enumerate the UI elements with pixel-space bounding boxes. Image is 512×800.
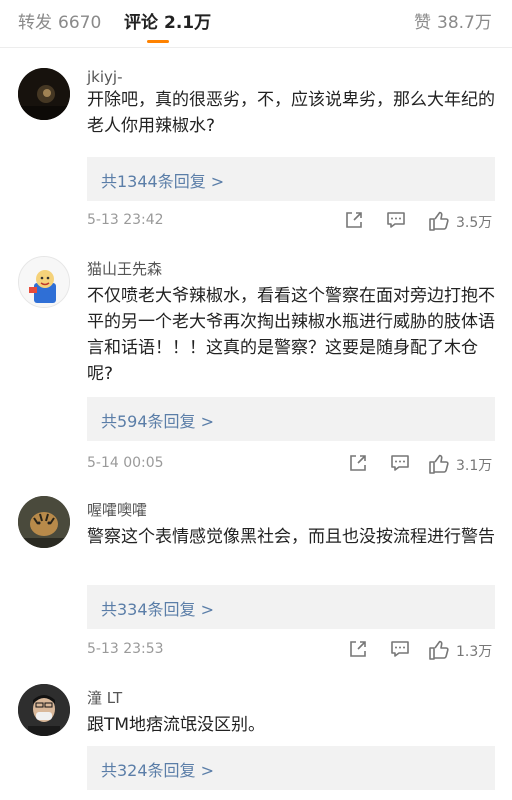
comment-text: 跟TM地痞流氓没区别。 [87, 715, 266, 735]
like-button[interactable]: 1.3万 [427, 638, 497, 662]
avatar[interactable] [18, 496, 70, 548]
comment-time: 5-14 00:05 [87, 455, 164, 471]
comment-username[interactable]: 潼 LT [87, 687, 122, 708]
masked-person-avatar-icon [18, 684, 70, 736]
comment-time: 5-13 23:42 [87, 212, 164, 228]
comment-meta: 5-13 23:42 3.5万 [87, 209, 507, 233]
avatar[interactable] [18, 256, 70, 308]
tab-comments-label: 评论 [124, 13, 158, 33]
cartoon-avatar-icon [19, 257, 69, 307]
reply-count-box[interactable]: 共334条回复 > [87, 585, 495, 629]
dark-photo-avatar-icon [18, 68, 70, 120]
comment-username[interactable]: 喔嚯噢嚯 [87, 499, 147, 520]
reply-count-box[interactable]: 共594条回复 > [87, 397, 495, 441]
reply-count-box[interactable]: 共1344条回复 > [87, 157, 495, 201]
like-count: 3.1万 [456, 458, 493, 474]
share-icon[interactable] [347, 452, 369, 474]
tab-comments-count: 2.1万 [164, 13, 212, 33]
reply-count-link[interactable]: 共594条回复 > [101, 408, 214, 432]
avatar[interactable] [18, 684, 70, 736]
share-icon[interactable] [347, 638, 369, 660]
comment-text: 开除吧，真的很恶劣，不，应该说卑劣，那么大年纪的老人你用辣椒水? [87, 90, 495, 136]
comment-icon[interactable] [389, 638, 411, 660]
like-button[interactable]: 3.1万 [427, 452, 497, 476]
comment-meta: 5-13 23:53 1.3万 [87, 638, 507, 662]
comment-text: 不仅喷老大爷辣椒水，看看这个警察在面对旁边打抱不平的另一个老大爷再次掏出辣椒水瓶… [87, 286, 495, 384]
tab-comments[interactable]: 评论 2.1万 [124, 8, 211, 33]
tab-reposts-count: 6670 [58, 13, 102, 33]
like-count: 1.3万 [456, 644, 493, 660]
like-button[interactable]: 3.5万 [427, 209, 497, 233]
comment-username[interactable]: jkiyj- [87, 68, 122, 86]
comment-meta: 5-14 00:05 3.1万 [87, 452, 507, 476]
comment-icon[interactable] [389, 452, 411, 474]
comment-tab-bar: 转发 6670 评论 2.1万 赞 38.7万 [0, 0, 512, 48]
reply-count-box[interactable]: 共324条回复 > [87, 746, 495, 790]
tab-reposts[interactable]: 转发 6670 [18, 8, 101, 33]
like-icon [429, 640, 449, 660]
like-icon [429, 211, 449, 231]
tab-reposts-label: 转发 [18, 13, 52, 33]
reply-count-link[interactable]: 共324条回复 > [101, 757, 214, 781]
comment-text: 警察这个表情感觉像黑社会，而且也没按流程进行警告 [87, 527, 495, 547]
like-icon [429, 454, 449, 474]
tab-likes-label: 赞 [414, 13, 431, 33]
share-icon[interactable] [343, 209, 365, 231]
active-tab-indicator [147, 40, 169, 43]
comment-username[interactable]: 猫山王先森 [87, 258, 162, 279]
reply-count-link[interactable]: 共334条回复 > [101, 596, 214, 620]
tab-likes[interactable]: 赞 38.7万 [414, 8, 492, 33]
avatar[interactable] [18, 68, 70, 120]
reply-count-link[interactable]: 共1344条回复 > [101, 168, 224, 192]
comment-time: 5-13 23:53 [87, 641, 164, 657]
tab-likes-count: 38.7万 [437, 13, 492, 33]
like-count: 3.5万 [456, 215, 493, 231]
comment-icon[interactable] [385, 209, 407, 231]
tiger-photo-avatar-icon [18, 496, 70, 548]
